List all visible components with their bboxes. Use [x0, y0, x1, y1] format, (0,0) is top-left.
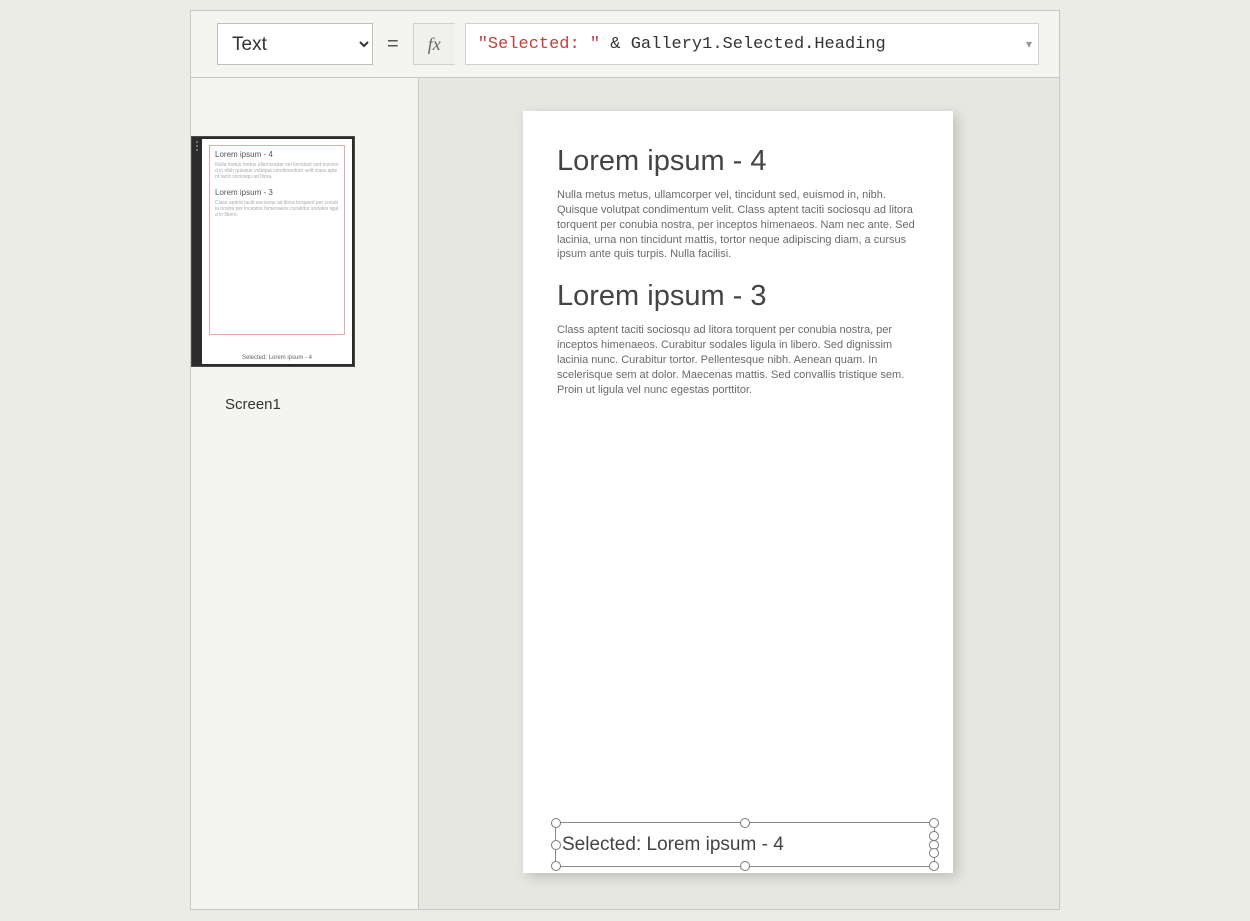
- gallery-item-heading: Lorem ipsum - 4: [557, 145, 919, 178]
- thumbnail-preview: Lorem ipsum - 4 Nulla metus metus ullamc…: [202, 139, 352, 364]
- app-screen-canvas[interactable]: Lorem ipsum - 4 Nulla metus metus, ullam…: [523, 111, 953, 873]
- thumbnail-grip: [192, 137, 202, 366]
- screen-name-label[interactable]: Screen1: [225, 396, 281, 413]
- fx-icon[interactable]: fx: [413, 23, 455, 65]
- resize-handle[interactable]: [929, 818, 939, 828]
- formula-input[interactable]: "Selected: " & Gallery1.Selected.Heading…: [465, 23, 1039, 65]
- expand-formula-icon[interactable]: ▾: [1026, 37, 1032, 51]
- resize-handle[interactable]: [551, 840, 561, 850]
- screen-thumbnail[interactable]: Lorem ipsum - 4 Nulla metus metus ullamc…: [191, 136, 355, 367]
- formula-bar: Text = fx "Selected: " & Gallery1.Select…: [191, 11, 1059, 78]
- gallery-item-heading: Lorem ipsum - 3: [557, 280, 919, 313]
- property-selector[interactable]: Text: [217, 23, 373, 65]
- formula-text: "Selected: " & Gallery1.Selected.Heading: [478, 35, 886, 54]
- resize-handle[interactable]: [740, 861, 750, 871]
- resize-handle[interactable]: [551, 861, 561, 871]
- left-panel: Lorem ipsum - 4 Nulla metus metus ullamc…: [191, 78, 419, 909]
- gallery-item-body: Class aptent taciti sociosqu ad litora t…: [557, 323, 919, 397]
- gallery-item[interactable]: Lorem ipsum - 4 Nulla metus metus, ullam…: [557, 145, 919, 262]
- resize-handle[interactable]: [551, 818, 561, 828]
- powerapps-studio-frame: Text = fx "Selected: " & Gallery1.Select…: [190, 10, 1060, 910]
- resize-handle[interactable]: [929, 861, 939, 871]
- resize-handle[interactable]: [740, 818, 750, 828]
- resize-handle[interactable]: [929, 848, 939, 858]
- gallery-item-body: Nulla metus metus, ullamcorper vel, tinc…: [557, 188, 919, 262]
- canvas-area: Lorem ipsum - 4 Nulla metus metus, ullam…: [419, 78, 1059, 909]
- selected-label-text: Selected: Lorem ipsum - 4: [562, 834, 784, 856]
- gallery-item[interactable]: Lorem ipsum - 3 Class aptent taciti soci…: [557, 280, 919, 397]
- equals-sign: =: [383, 33, 403, 56]
- selected-label-control[interactable]: Selected: Lorem ipsum - 4: [555, 822, 935, 867]
